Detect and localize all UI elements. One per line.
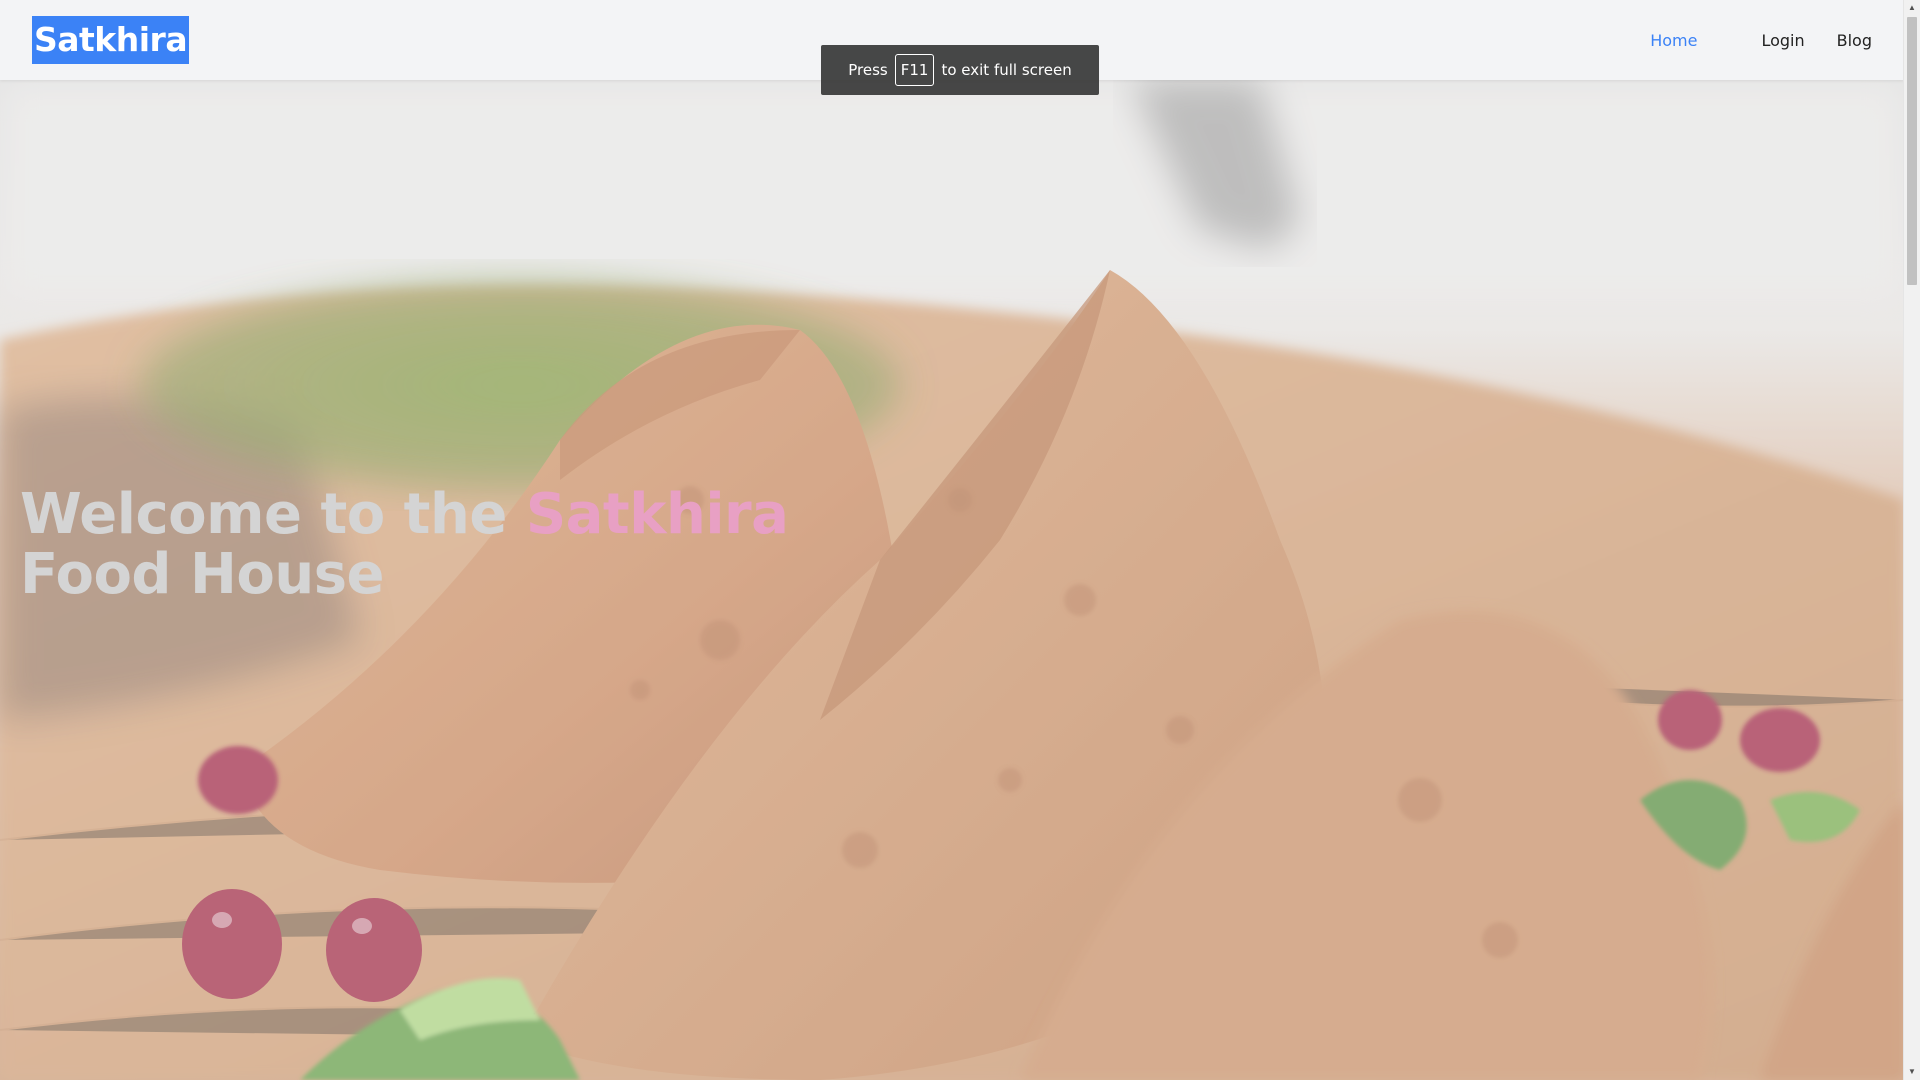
hero-section: Welcome to the Satkhira Food House bbox=[0, 80, 1904, 1080]
nav-link-blog[interactable]: Blog bbox=[1837, 31, 1872, 50]
nav-links: Home Login Blog bbox=[1650, 0, 1872, 80]
fullscreen-notice-prefix: Press bbox=[848, 61, 888, 79]
f11-key-badge: F11 bbox=[894, 54, 935, 86]
browser-viewport: Welcome to the Satkhira Food House Satkh… bbox=[0, 0, 1920, 1080]
logo[interactable]: Satkhira bbox=[32, 16, 190, 64]
hero-title-part1: Welcome to the bbox=[20, 482, 507, 547]
scroll-up-arrow-icon[interactable]: ▲ bbox=[1904, 0, 1920, 16]
vertical-scrollbar[interactable]: ▲ ▼ bbox=[1903, 0, 1920, 1080]
hero-title: Welcome to the Satkhira Food House bbox=[20, 482, 789, 607]
nav-link-login[interactable]: Login bbox=[1761, 31, 1804, 50]
fullscreen-notice-suffix: to exit full screen bbox=[941, 61, 1072, 79]
hero-title-part2: Food House bbox=[20, 542, 385, 607]
nav-link-home[interactable]: Home bbox=[1650, 31, 1697, 50]
scroll-down-arrow-icon[interactable]: ▼ bbox=[1904, 1064, 1920, 1080]
fullscreen-notice: Press F11 to exit full screen bbox=[821, 45, 1099, 95]
scrollbar-thumb[interactable] bbox=[1907, 17, 1917, 285]
hero-title-accent: Satkhira bbox=[525, 482, 789, 547]
